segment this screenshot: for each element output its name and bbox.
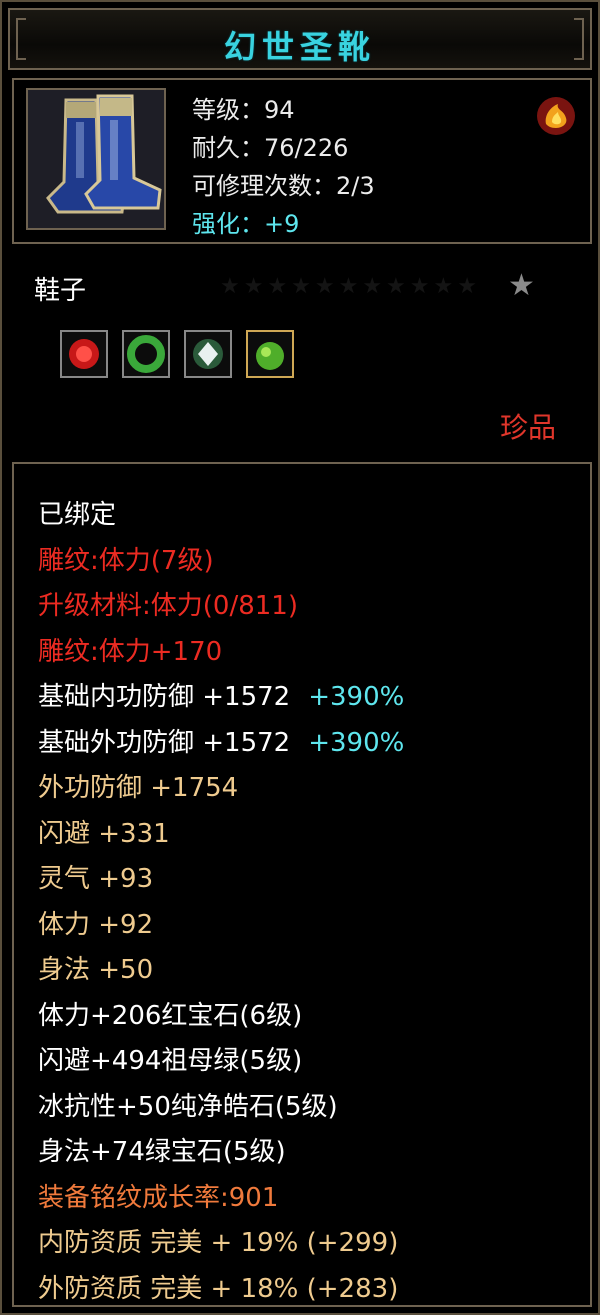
base-inner-defense-pct: +390% [308,682,405,712]
outer-defense: 外功防御 +1754 [38,773,239,803]
base-inner-defense-value: 基础内功防御 +1572 [38,682,291,712]
engrave-level: 雕纹:体力(7级) [38,546,214,576]
base-outer-defense-pct: +390% [308,728,405,758]
outer-defense-quality: 外防资质 完美 + 18% (+283) [38,1274,399,1304]
item-enhance-level: 强化：+9 [192,210,300,238]
base-outer-defense-value: 基础外功防御 +1572 [38,728,291,758]
gem-bonus-2: 闪避+494祖母绿(5级) [38,1046,303,1076]
stamina-stat: 体力 +92 [38,910,154,940]
title-bar: 幻世圣靴 [8,8,592,70]
item-level: 等级：94 [192,96,295,124]
item-type-panel: 鞋子 ★★★★★★★★★★★ ★ 珍品 [12,250,592,452]
green-ring-gem-icon[interactable] [122,330,170,378]
base-outer-defense: 基础外功防御 +1572 +390% [38,722,404,759]
item-repair-count: 可修理次数：2/3 [192,172,375,200]
item-durability: 耐久：76/226 [192,134,349,162]
dodge-stat: 闪避 +331 [38,819,170,849]
green-gem-icon[interactable] [246,330,294,378]
item-kind: 鞋子 [34,276,87,306]
engrave-growth-rate: 装备铭纹成长率:901 [38,1183,279,1213]
engrave-bonus: 雕纹:体力+170 [38,637,223,667]
fire-emblem-icon [534,94,578,138]
spirit-stat: 灵气 +93 [38,864,154,894]
bound-status: 已绑定 [38,500,117,530]
rarity-label: 珍品 [499,411,556,444]
upgrade-material: 升级材料:体力(0/811) [38,591,298,621]
red-gem-icon[interactable] [60,330,108,378]
base-inner-defense: 基础内功防御 +1572 +390% [38,676,404,713]
item-tooltip: 幻世圣靴 等级：94 耐久：76/226 可修理次数：2/3 强化：+9 鞋子 … [0,0,600,1315]
diamond-gem-icon[interactable] [184,330,232,378]
item-header: 等级：94 耐久：76/226 可修理次数：2/3 强化：+9 [12,78,592,244]
inner-defense-quality: 内防资质 完美 + 19% (+299) [38,1228,399,1258]
agility-stat: 身法 +50 [38,955,154,985]
gem-bonus-4: 身法+74绿宝石(5级) [38,1137,286,1167]
star-icon: ★ [508,268,535,303]
item-attributes: 已绑定 雕纹:体力(7级) 升级材料:体力(0/811) 雕纹:体力+170 基… [12,462,592,1307]
gem-bonus-3: 冰抗性+50纯净皓石(5级) [38,1092,338,1122]
star-rating-empty: ★★★★★★★★★★★ [220,274,481,299]
gem-bonus-1: 体力+206红宝石(6级) [38,1001,303,1031]
item-name: 幻世圣靴 [223,28,376,66]
boots-icon[interactable] [26,88,166,230]
